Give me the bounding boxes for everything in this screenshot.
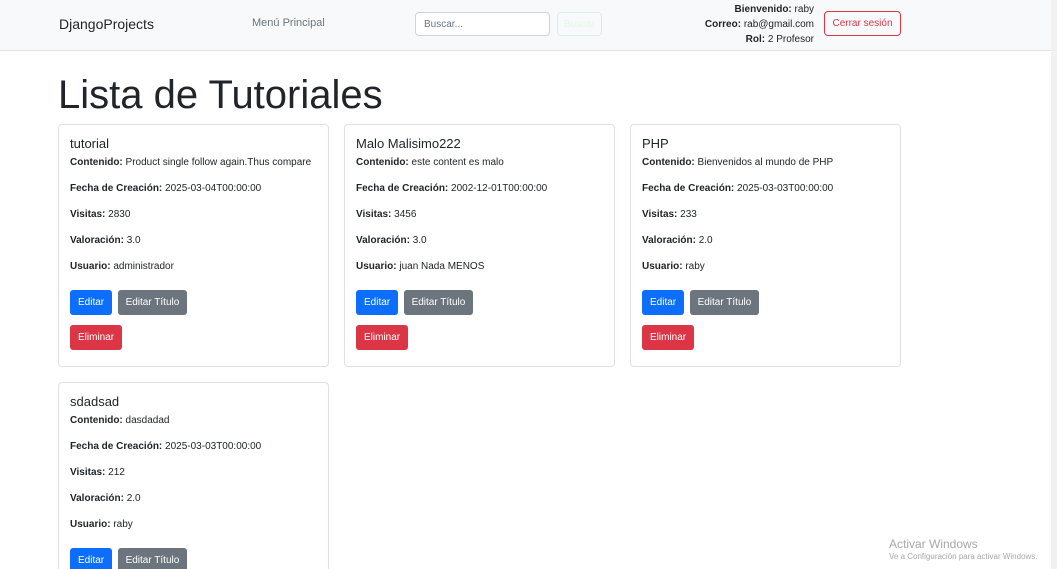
- card-title: tutorial: [70, 136, 110, 151]
- created-label: Fecha de Creación:: [356, 183, 449, 194]
- content-label: Contenido:: [70, 157, 123, 168]
- user-label: Usuario:: [642, 261, 683, 272]
- delete-button[interactable]: Eliminar: [70, 325, 123, 350]
- welcome-value: raby: [794, 4, 814, 15]
- rating-value: 3.0: [412, 235, 427, 246]
- logout-button[interactable]: Cerrar sesión: [824, 11, 901, 36]
- created-label: Fecha de Creación:: [70, 183, 163, 194]
- visits-label: Visitas:: [70, 209, 106, 220]
- scrollbar[interactable]: [1051, 0, 1057, 569]
- page-title: Lista de Tutoriales: [58, 73, 383, 117]
- user-value: administrador: [113, 261, 174, 272]
- content-value: Product single follow again.Thus compare: [125, 157, 312, 168]
- created-value: 2025-03-04T00:00:00: [165, 183, 262, 194]
- activation-watermark: Activar Windows Ve a Configuración para …: [889, 537, 1038, 561]
- tutorial-card: PHP Contenido: Bienvenidos al mundo de P…: [630, 124, 901, 367]
- user-label: Usuario:: [356, 261, 397, 272]
- created-value: 2025-03-03T00:00:00: [737, 183, 834, 194]
- created-value: 2002-12-01T00:00:00: [451, 183, 548, 194]
- rating-label: Valoración:: [70, 235, 124, 246]
- watermark-subtitle: Ve a Configuración para activar Windows.: [889, 552, 1038, 561]
- content-label: Contenido:: [642, 157, 695, 168]
- visits-value: 2830: [108, 209, 131, 220]
- role-label: Rol:: [745, 34, 766, 45]
- visits-value: 3456: [394, 209, 417, 220]
- visits-value: 212: [108, 467, 125, 478]
- role-value: 2 Profesor: [767, 34, 814, 45]
- tutorial-card: Malo Malisimo222 Contenido: este content…: [344, 124, 615, 367]
- user-info: Bienvenido: raby Correo: rab@gmail.com R…: [705, 2, 814, 47]
- rating-value: 2.0: [126, 493, 141, 504]
- edit-button[interactable]: Editar: [642, 290, 685, 315]
- card-title: PHP: [642, 136, 669, 151]
- edit-button[interactable]: Editar: [70, 548, 113, 569]
- card-title: sdadsad: [70, 394, 120, 409]
- navbar: DjangoProjects Menú Principal Buscar Bie…: [0, 0, 1051, 51]
- delete-button[interactable]: Eliminar: [642, 325, 695, 350]
- edit-title-button[interactable]: Editar Título: [403, 290, 474, 315]
- card-title: Malo Malisimo222: [356, 136, 461, 151]
- watermark-title: Activar Windows: [889, 537, 978, 551]
- edit-button[interactable]: Editar: [356, 290, 399, 315]
- user-value: raby: [685, 261, 705, 272]
- welcome-label: Bienvenido:: [734, 4, 792, 15]
- email-value: rab@gmail.com: [743, 19, 814, 30]
- user-label: Usuario:: [70, 519, 111, 530]
- edit-button[interactable]: Editar: [70, 290, 113, 315]
- rating-value: 2.0: [698, 235, 713, 246]
- user-value: raby: [113, 519, 133, 530]
- rating-label: Valoración:: [642, 235, 696, 246]
- edit-title-button[interactable]: Editar Título: [117, 290, 188, 315]
- tutorial-card: tutorial Contenido: Product single follo…: [58, 124, 329, 367]
- user-label: Usuario:: [70, 261, 111, 272]
- visits-value: 233: [680, 209, 697, 220]
- visits-label: Visitas:: [642, 209, 678, 220]
- edit-title-button[interactable]: Editar Título: [117, 548, 188, 569]
- visits-label: Visitas:: [356, 209, 392, 220]
- content-value: Bienvenidos al mundo de PHP: [697, 157, 834, 168]
- rating-label: Valoración:: [356, 235, 410, 246]
- search-input[interactable]: [415, 12, 550, 36]
- edit-title-button[interactable]: Editar Título: [689, 290, 760, 315]
- rating-label: Valoración:: [70, 493, 124, 504]
- rating-value: 3.0: [126, 235, 141, 246]
- content-value: este content es malo: [411, 157, 504, 168]
- created-label: Fecha de Creación:: [70, 441, 163, 452]
- delete-button[interactable]: Eliminar: [356, 325, 409, 350]
- navbar-brand[interactable]: DjangoProjects: [59, 16, 154, 32]
- search-button[interactable]: Buscar: [557, 12, 602, 36]
- created-label: Fecha de Creación:: [642, 183, 735, 194]
- user-value: juan Nada MENOS: [399, 261, 485, 272]
- nav-link-menu-principal[interactable]: Menú Principal: [252, 17, 325, 29]
- visits-label: Visitas:: [70, 467, 106, 478]
- email-label: Correo:: [704, 19, 742, 30]
- tutorial-card: sdadsad Contenido: dasdadad Fecha de Cre…: [58, 382, 329, 569]
- content-value: dasdadad: [125, 415, 170, 426]
- content-label: Contenido:: [70, 415, 123, 426]
- created-value: 2025-03-03T00:00:00: [165, 441, 262, 452]
- content-label: Contenido:: [356, 157, 409, 168]
